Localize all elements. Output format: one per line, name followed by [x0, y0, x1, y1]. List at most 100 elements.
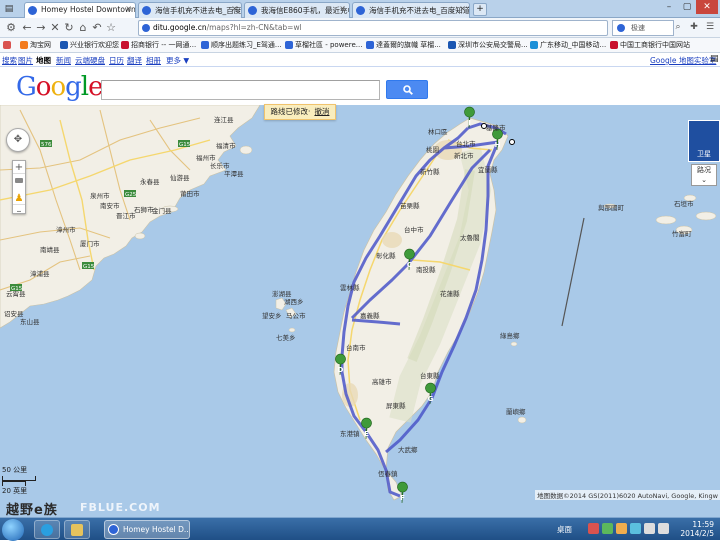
gbar-settings-icon[interactable]: ▤	[710, 54, 719, 64]
undo-icon[interactable]: ↶	[90, 21, 104, 35]
gbar-maps[interactable]: 地图	[36, 55, 51, 66]
gbar-translate[interactable]: 翻译	[127, 55, 142, 66]
close-window-icon[interactable]: ✕	[696, 0, 718, 14]
satellite-toggle[interactable]: 卫星	[688, 120, 720, 162]
bank-icon	[60, 41, 68, 49]
bookmark-favicon-icon	[3, 41, 11, 49]
minimize-icon[interactable]: –	[660, 0, 678, 14]
stop-icon[interactable]: ✕	[48, 21, 62, 35]
maximize-icon[interactable]: ▢	[678, 0, 696, 14]
pan-arrows-icon: ✥	[13, 134, 23, 145]
gbar-labs-link[interactable]: Google 地图实验室	[650, 55, 716, 66]
map-canvas[interactable]: I H C D E F G 福州市 长乐市 泉州市 厦门市 漳州市 晋江市 石狮…	[0, 105, 720, 517]
tab-search-3[interactable]: 海信手机充不进去电_百度知道 ×	[352, 2, 470, 18]
gbar-photos[interactable]: 相册	[146, 55, 161, 66]
volume-icon[interactable]	[658, 523, 669, 534]
app-menu-icon[interactable]: ▤	[2, 2, 16, 16]
place-label: 石狮市	[134, 205, 154, 214]
place-label: 台中市	[404, 225, 424, 234]
taskbar-ie-button[interactable]	[34, 520, 60, 539]
gbar-news[interactable]: 新闻	[56, 55, 71, 66]
map-attribution: 地图数据©2014 GS(2011)6020 AutoNavi, Google,…	[535, 490, 720, 500]
tab-search-1[interactable]: 海信手机充不进去电_百度搜索 ×	[138, 2, 242, 18]
taskbar-explorer-button[interactable]	[64, 520, 90, 539]
gbar-calendar[interactable]: 日历	[109, 55, 124, 66]
tray-app-icon[interactable]	[616, 523, 627, 534]
gbar-drive[interactable]: 云端硬盘	[75, 55, 105, 66]
traffic-label: 路况	[697, 166, 711, 174]
zoom-slider[interactable]	[13, 178, 25, 192]
settings-icon[interactable]: ⚙	[4, 21, 18, 35]
home-icon[interactable]: ⌂	[76, 21, 90, 35]
extension-icon[interactable]: ✚	[688, 21, 700, 33]
svg-text:G15: G15	[11, 286, 23, 292]
place-label: 台南市	[346, 343, 366, 352]
tools-icon[interactable]: ☰	[704, 21, 716, 33]
new-tab-button[interactable]: +	[473, 3, 487, 16]
tab-label: Homey Hostel Downtown	[41, 5, 136, 14]
place-label: 漳浦县	[30, 269, 50, 278]
marker-label: D	[338, 366, 344, 374]
place-label: 宜蘭縣	[478, 165, 498, 174]
place-label: 泉州市	[90, 191, 110, 200]
place-label: 漳州市	[56, 225, 76, 234]
gbar-search[interactable]: 搜索	[2, 55, 17, 66]
tab-close-icon[interactable]: ×	[231, 4, 238, 13]
logo-letter: G	[16, 72, 37, 102]
bookmark-item[interactable]: 達蓋爾的旗幟 草榴...	[366, 40, 441, 50]
zoom-in-button[interactable]: +	[13, 161, 25, 174]
bookmark-item[interactable]: 深圳市公安局交警局...	[448, 40, 528, 50]
address-field[interactable]: ditu.google.cn/maps?hl=zh-CN&tab=wl	[138, 20, 608, 36]
undo-link[interactable]: 撤消	[314, 107, 329, 116]
tab-close-icon[interactable]: ×	[339, 4, 346, 13]
tab-close-icon[interactable]: ×	[459, 4, 466, 13]
tray-app-icon[interactable]	[602, 523, 613, 534]
tray-app-icon[interactable]	[630, 523, 641, 534]
bookmark-item[interactable]: 招商银行 -- 一网通...	[121, 40, 196, 50]
google-logo[interactable]: Google	[16, 72, 103, 102]
back-icon[interactable]: ←	[20, 21, 34, 35]
refresh-icon[interactable]: ↻	[62, 21, 76, 35]
search-button[interactable]	[386, 80, 428, 99]
bookmark-label: 广东移动_中国移动...	[540, 41, 607, 49]
logo-letter: l	[80, 72, 89, 102]
bookmark-item[interactable]: 中国工商银行中国网站	[610, 40, 690, 50]
pan-control[interactable]: ✥	[6, 128, 30, 152]
gbar-more[interactable]: 更多 ▼	[166, 55, 189, 66]
tab-homey-hostel[interactable]: Homey Hostel Downtown ×	[24, 2, 136, 18]
watermark-site: FBLUE.COM	[80, 501, 161, 514]
tab-search-2[interactable]: 我海信E860手机，最近充电你 ×	[244, 2, 350, 18]
zoom-out-button[interactable]: –	[13, 205, 25, 218]
person-icon[interactable]: ♟	[13, 192, 25, 205]
bookmark-star-icon[interactable]: ☆	[104, 21, 118, 35]
baidu-favicon-icon	[142, 6, 151, 15]
search-engine-box[interactable]: 极速	[612, 20, 674, 36]
search-icon[interactable]: ⌕	[672, 21, 684, 33]
tray-app-icon[interactable]	[588, 523, 599, 534]
bookmark-item[interactable]: 淘宝网	[20, 40, 51, 50]
start-button[interactable]	[2, 519, 24, 541]
bookmark-item[interactable]: 兴业银行欢迎您	[60, 40, 119, 50]
system-clock[interactable]: 11:59 2014/2/5	[680, 520, 714, 538]
gbar-images[interactable]: 图片	[18, 55, 33, 66]
bookmark-item[interactable]: 草榴社區 - powere...	[285, 40, 362, 50]
bookmark-item[interactable]: 顺序出题练习_E驾通...	[201, 40, 282, 50]
bookmark-label: 兴业银行欢迎您	[70, 41, 119, 49]
place-label: 南安市	[100, 201, 120, 210]
network-icon[interactable]	[644, 523, 655, 534]
zoom-control: + ♟ –	[12, 160, 26, 217]
taskbar-active-window[interactable]: Homey Hostel D...	[104, 520, 190, 539]
map-svg: I H C D E F G 福州市 长乐市 泉州市 厦门市 漳州市 晋江市 石狮…	[0, 105, 717, 504]
place-label: 东港镇	[340, 429, 360, 438]
bookmark-label: 招商银行 -- 一网通...	[131, 41, 197, 49]
forward-icon[interactable]: →	[34, 21, 48, 35]
taobao-icon	[20, 41, 28, 49]
bookmark-item[interactable]: 广东移动_中国移动...	[530, 40, 606, 50]
tab-close-icon[interactable]: ×	[125, 4, 132, 13]
maps-search-input[interactable]	[101, 80, 380, 100]
place-label: 望安乡	[262, 311, 282, 320]
desktop-toolbar-label[interactable]: 桌面	[557, 524, 572, 535]
traffic-toggle[interactable]: 路况 ⌄	[691, 164, 717, 186]
place-label: 莆田市	[180, 189, 200, 198]
ie-icon	[41, 524, 53, 536]
